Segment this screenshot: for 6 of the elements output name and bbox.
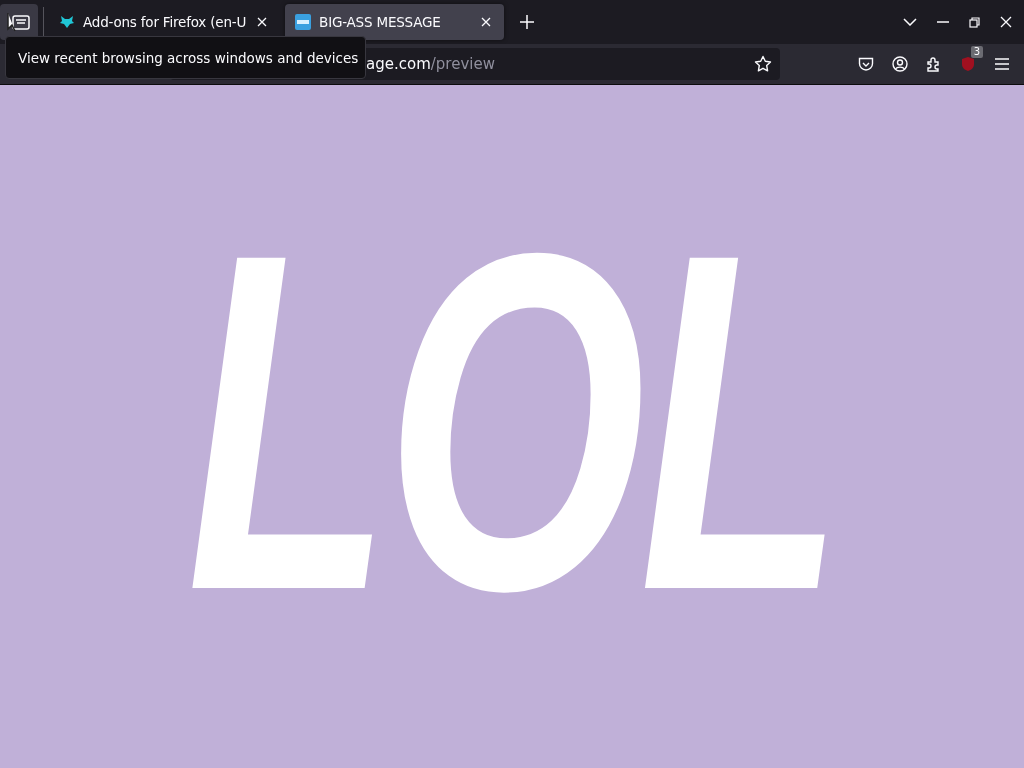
message-text: LOL <box>186 181 838 662</box>
url-text: age.com <box>366 55 431 73</box>
url-path: /preview <box>430 55 495 73</box>
notification-badge: 3 <box>970 46 983 58</box>
tooltip: View recent browsing across windows and devices <box>5 36 366 79</box>
browser-tab[interactable]: BIG-ASS MESSAGE <box>285 4 505 40</box>
